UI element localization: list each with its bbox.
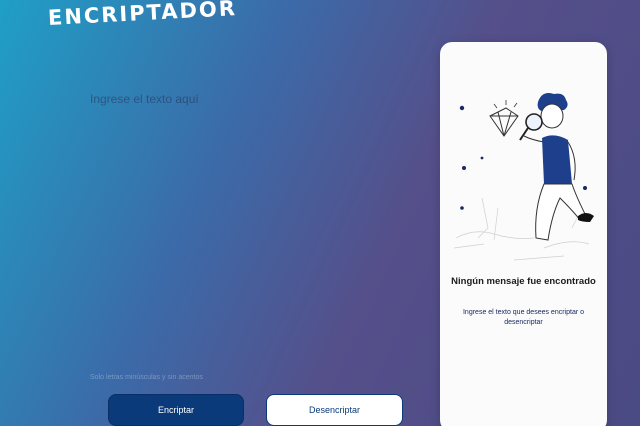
decrypt-button[interactable]: Desencriptar	[266, 394, 403, 426]
input-hint: Solo letras minúsculas y sin acentos	[90, 374, 203, 381]
encrypt-button[interactable]: Encriptar	[108, 394, 244, 426]
text-input[interactable]	[86, 88, 424, 366]
empty-state-title: Ningún mensaje fue encontrado	[451, 276, 596, 287]
hint-text: Solo letras minúsculas y sin acentos	[90, 374, 203, 381]
app-logo: ENCRIPTADOR	[47, 0, 238, 30]
encrypt-button-label: Encriptar	[157, 405, 194, 415]
decrypt-button-label: Desencriptar	[308, 405, 361, 415]
person-with-magnifier-illustration	[454, 93, 594, 261]
output-panel: Ningún mensaje fue encontrado Ingrese el…	[440, 42, 607, 426]
empty-state-description: Ingrese el texto que desees encriptar o …	[462, 309, 585, 327]
